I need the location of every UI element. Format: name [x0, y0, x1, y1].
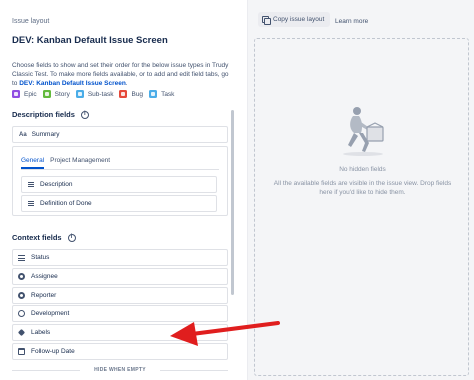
section-title: Description fields: [12, 110, 75, 119]
field-label: Assignee: [31, 273, 58, 280]
field-reporter[interactable]: Reporter: [12, 287, 228, 304]
description-fields-heading: Description fields: [12, 110, 89, 119]
tab-project-management[interactable]: Project Management: [50, 157, 110, 169]
section-title: Context fields: [12, 233, 62, 242]
field-label: Reporter: [31, 292, 57, 299]
field-label: Definition of Done: [40, 200, 92, 207]
field-label: Labels: [31, 329, 51, 336]
copy-issue-layout-button[interactable]: Copy issue layout: [258, 12, 331, 27]
info-icon[interactable]: [80, 110, 89, 119]
user-icon: [18, 292, 25, 299]
description-tail: .: [125, 80, 128, 87]
user-icon: [18, 273, 25, 280]
red-arrow-annotation: [170, 321, 280, 346]
issue-type-list: Epic Story Sub-task Bug Task: [12, 90, 174, 98]
issue-type-task: Task: [149, 90, 174, 98]
issue-type-story: Story: [42, 90, 70, 98]
panel-toolbar: Copy issue layout Learn more: [248, 5, 474, 31]
field-assignee[interactable]: Assignee: [12, 268, 228, 285]
field-label: Development: [31, 310, 70, 317]
subtask-icon: [75, 90, 84, 98]
lines-icon: [28, 182, 34, 187]
screen-link[interactable]: DEV: Kanban Default Issue Screen: [19, 80, 126, 87]
text-field-icon: Aa: [19, 131, 27, 138]
no-hidden-fields-description: All the available fields are visible in …: [273, 180, 452, 196]
page-description: Choose fields to show and set their orde…: [12, 61, 230, 88]
issue-type-subtask: Sub-task: [75, 90, 114, 98]
field-description[interactable]: Description: [21, 176, 217, 193]
issue-type-bug: Bug: [119, 90, 143, 98]
page-title: DEV: Kanban Default Issue Screen: [12, 35, 168, 46]
story-icon: [42, 90, 51, 98]
hidden-fields-panel: Copy issue layout Learn more No hidden f…: [247, 0, 474, 380]
issue-type-epic: Epic: [12, 90, 37, 98]
button-label: Copy issue layout: [273, 16, 325, 23]
tab-divider: [21, 169, 219, 170]
issue-type-label: Bug: [131, 90, 144, 98]
lines-icon: [18, 254, 25, 261]
info-icon[interactable]: [67, 233, 76, 242]
no-hidden-fields-title: No hidden fields: [339, 166, 386, 173]
field-definition-of-done[interactable]: Definition of Done: [21, 195, 217, 212]
tag-icon: [17, 328, 26, 337]
development-icon: [18, 310, 25, 317]
person-carrying-box-illustration: [343, 107, 384, 156]
epic-icon: [12, 90, 20, 98]
hidden-fields-dropzone[interactable]: No hidden fields All the available field…: [254, 38, 469, 376]
issue-type-label: Story: [54, 90, 70, 98]
breadcrumb[interactable]: Issue layout: [12, 18, 49, 25]
field-status[interactable]: Status: [12, 249, 228, 266]
task-icon: [149, 90, 158, 98]
learn-more-link[interactable]: Learn more: [335, 18, 368, 25]
field-label: Description: [40, 181, 73, 188]
field-label: Status: [31, 254, 50, 261]
issue-type-label: Sub-task: [87, 90, 114, 98]
context-fields-heading: Context fields: [12, 233, 76, 242]
calendar-icon: [18, 348, 25, 355]
lines-icon: [28, 201, 34, 206]
issue-type-label: Task: [161, 90, 175, 98]
field-label: Summary: [31, 131, 60, 138]
field-tabs-container: General Project Management Description D…: [12, 146, 228, 216]
copy-icon: [262, 16, 271, 25]
hide-when-empty-divider: HIDE WHEN EMPTY: [12, 367, 228, 373]
issue-type-label: Epic: [24, 90, 37, 98]
scrollbar[interactable]: [231, 110, 234, 295]
bug-icon: [119, 90, 128, 98]
summary-field[interactable]: Aa Summary: [12, 126, 228, 143]
field-tabs: General Project Management: [21, 157, 110, 169]
tab-general[interactable]: General: [21, 157, 45, 169]
field-label: Follow-up Date: [31, 348, 75, 355]
